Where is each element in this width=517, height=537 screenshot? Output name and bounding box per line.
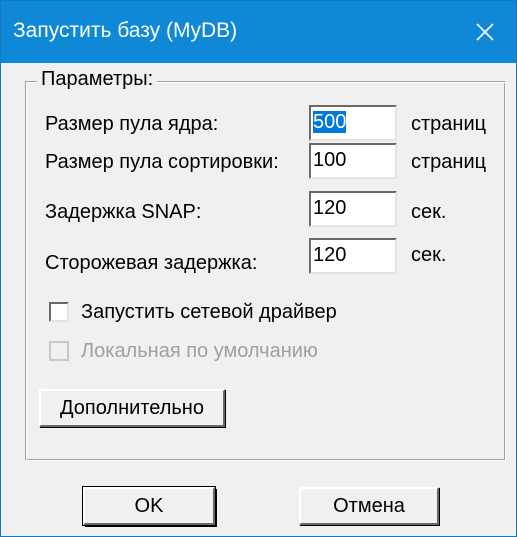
cancel-button[interactable]: Отмена (299, 487, 439, 525)
close-icon (476, 23, 494, 41)
core-pool-size-unit: страниц (411, 113, 487, 135)
watchdog-delay-label: Сторожевая задержка: (45, 252, 258, 274)
advanced-button[interactable]: Дополнительно (39, 389, 225, 427)
watchdog-delay-unit: сек. (411, 244, 447, 266)
core-pool-size-value: 500 (313, 111, 347, 133)
window-title: Запустить базу (MyDB) (13, 19, 238, 42)
snap-delay-label: Задержка SNAP: (45, 201, 202, 223)
core-pool-size-label: Размер пула ядра: (45, 113, 219, 135)
snap-delay-input[interactable]: 120 (309, 191, 397, 227)
watchdog-delay-input[interactable]: 120 (309, 238, 397, 274)
watchdog-delay-value: 120 (313, 244, 347, 266)
sort-pool-size-label: Размер пула сортировки: (45, 151, 279, 173)
groupbox-legend: Параметры: (37, 67, 158, 91)
core-pool-size-input[interactable]: 500 (309, 105, 397, 141)
sort-pool-size-value: 100 (313, 149, 347, 171)
local-default-checkbox[interactable] (49, 341, 69, 361)
dialog-client-area: Параметры: Размер пула ядра: 500 страниц… (5, 63, 512, 532)
ok-button[interactable]: OK (83, 487, 215, 525)
sort-pool-size-unit: страниц (411, 151, 487, 173)
close-button[interactable] (454, 1, 516, 63)
local-default-label: Локальная по умолчанию (81, 340, 318, 362)
start-network-driver-checkbox[interactable] (49, 302, 69, 322)
start-network-driver-label[interactable]: Запустить сетевой драйвер (81, 300, 337, 324)
sort-pool-size-input[interactable]: 100 (309, 143, 397, 179)
title-bar[interactable]: Запустить базу (MyDB) (1, 1, 516, 63)
snap-delay-value: 120 (313, 197, 347, 219)
snap-delay-unit: сек. (411, 201, 447, 223)
dialog-window: Запустить базу (MyDB) Параметры: Размер … (0, 0, 517, 537)
